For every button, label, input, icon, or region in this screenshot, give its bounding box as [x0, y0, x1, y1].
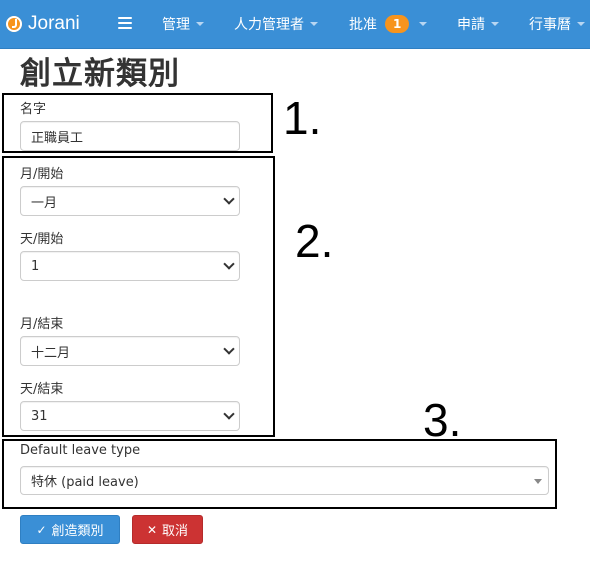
annotation-number-1: 1. [283, 92, 322, 144]
page-title: 創立新類別 [20, 56, 180, 92]
name-input[interactable]: 正職員工 [20, 121, 240, 151]
nav-hr-manager[interactable]: 人力管理者 [234, 0, 318, 48]
default-leave-type-select[interactable]: 特休 (paid leave) [20, 466, 549, 495]
chevron-down-icon [223, 408, 235, 420]
annotation-number-2: 2. [295, 215, 334, 267]
month-end-value: 十二月 [31, 345, 71, 361]
nav-calendar[interactable]: 行事曆 [529, 0, 585, 48]
nav-approval[interactable]: 批准 1 [349, 0, 428, 48]
default-leave-type-value: 特休 (paid leave) [31, 475, 139, 490]
chevron-down-icon [196, 22, 204, 26]
brand[interactable]: Jorani [6, 12, 80, 36]
month-start-select[interactable]: 一月 [20, 186, 240, 216]
month-end-label: 月/結束 [20, 317, 64, 332]
day-end-label: 天/結束 [20, 382, 64, 397]
close-icon: ✕ [146, 522, 158, 537]
month-start-value: 一月 [31, 195, 58, 211]
month-start-label: 月/開始 [20, 167, 64, 182]
nav-admin-label: 管理 [162, 17, 190, 33]
cancel-button[interactable]: ✕ 取消 [132, 515, 203, 544]
cancel-label: 取消 [162, 524, 189, 539]
jorani-logo-icon [6, 16, 22, 32]
default-leave-type-label: Default leave type [20, 443, 141, 458]
day-start-label: 天/開始 [20, 232, 64, 247]
day-start-value: 1 [31, 258, 40, 274]
check-icon: ✓ [36, 522, 47, 537]
name-input-value: 正職員工 [31, 130, 84, 146]
chevron-down-icon [491, 22, 499, 26]
annotation-number-3: 3. [423, 394, 462, 446]
nav-hr-manager-label: 人力管理者 [234, 17, 304, 33]
nav-admin[interactable]: 管理 [162, 0, 204, 48]
nav-calendar-label: 行事曆 [529, 17, 571, 33]
brand-name: Jorani [28, 13, 80, 34]
nav-requests[interactable]: 申請 [457, 0, 499, 48]
day-end-value: 31 [31, 408, 48, 424]
approval-count-badge: 1 [385, 15, 410, 33]
hamburger-menu-icon[interactable] [118, 17, 132, 29]
create-category-button[interactable]: ✓ 創造類別 [20, 515, 120, 544]
chevron-down-icon [577, 22, 585, 26]
top-navbar: Jorani 管理 人力管理者 批准 1 申請 行事曆 [0, 0, 590, 49]
nav-approval-label: 批准 [349, 17, 377, 33]
month-end-select[interactable]: 十二月 [20, 336, 240, 366]
name-label: 名字 [20, 102, 47, 117]
chevron-down-icon [419, 22, 428, 26]
chevron-down-icon [223, 193, 235, 205]
chevron-down-icon [223, 258, 235, 270]
day-end-select[interactable]: 31 [20, 401, 240, 431]
day-start-select[interactable]: 1 [20, 251, 240, 281]
nav-requests-label: 申請 [457, 17, 485, 33]
chevron-down-icon [310, 22, 318, 26]
create-category-label: 創造類別 [51, 524, 104, 539]
caret-down-icon [534, 478, 542, 484]
chevron-down-icon [223, 343, 235, 355]
